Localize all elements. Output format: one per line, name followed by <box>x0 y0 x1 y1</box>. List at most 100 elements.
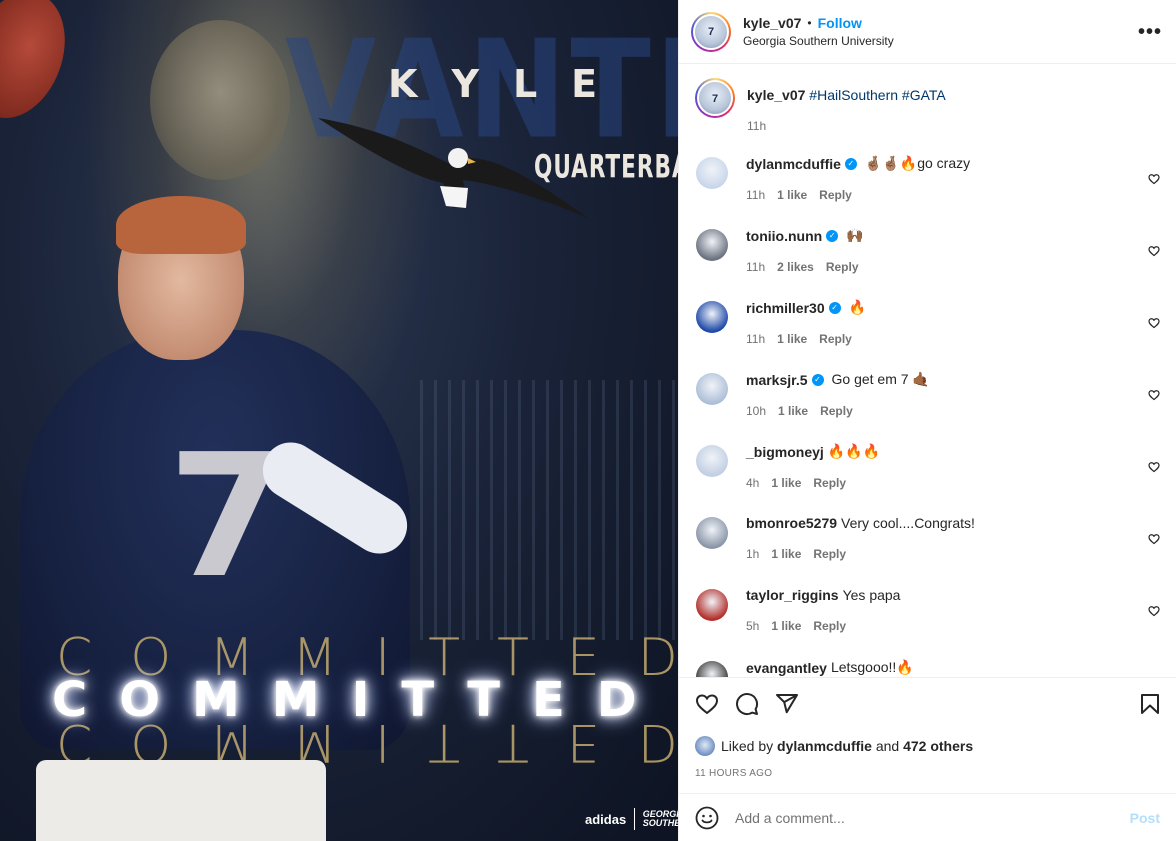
reply-button[interactable]: Reply <box>820 404 853 418</box>
add-comment-bar: Post <box>679 793 1176 841</box>
post-comment-button[interactable]: Post <box>1130 810 1160 826</box>
georgia-southern-logo: GEORGIA SOUTHERN <box>642 809 678 828</box>
comment-time: 11h <box>746 260 766 274</box>
comment-like-heart-icon[interactable] <box>1148 533 1160 545</box>
comment-input[interactable] <box>735 809 1130 826</box>
comment-likes[interactable]: 1 like <box>778 404 808 418</box>
post-age: 11 HOURS AGO <box>695 768 773 779</box>
reply-button[interactable]: Reply <box>813 547 846 561</box>
commenter-username[interactable]: toniio.nunn <box>746 228 822 244</box>
share-paper-plane-icon[interactable] <box>775 692 799 716</box>
likes-summary: Liked by dylanmcduffie and 472 others <box>695 736 1160 756</box>
comment-time: 5h <box>746 619 760 633</box>
commenter-avatar[interactable] <box>696 661 728 677</box>
football <box>0 0 82 132</box>
reply-button[interactable]: Reply <box>813 476 846 490</box>
comment-like-heart-icon[interactable] <box>1148 461 1160 473</box>
commenter-avatar[interactable] <box>696 373 728 405</box>
comment-time: 10h <box>746 404 767 418</box>
comment-row: toniio.nunn ✓ 🙌🏾 11h 2 likes Reply <box>695 219 1160 291</box>
reply-button[interactable]: Reply <box>819 332 852 346</box>
comment-like-heart-icon[interactable] <box>1148 317 1160 329</box>
stadium-background <box>420 380 678 640</box>
reply-button[interactable]: Reply <box>813 619 846 633</box>
emoji-icon[interactable] <box>695 806 719 830</box>
liked-by-user[interactable]: dylanmcduffie <box>777 738 872 754</box>
commenter-avatar[interactable] <box>696 301 728 333</box>
author-username[interactable]: kyle_v07 <box>743 15 801 31</box>
comment-likes[interactable]: 1 like <box>777 332 807 346</box>
brand-logos: adidas GEORGIA SOUTHERN <box>585 808 678 830</box>
reply-button[interactable]: Reply <box>819 188 852 202</box>
comment-time: 4h <box>746 476 760 490</box>
comment-text: Very cool....Congrats! <box>841 515 975 531</box>
commenter-avatar[interactable] <box>696 157 728 189</box>
post-header: 7 kyle_v07 • Follow Georgia Southern Uni… <box>679 0 1176 64</box>
comment-text: 🔥🔥🔥 <box>827 443 881 459</box>
comment-row: richmiller30 ✓ 🔥 11h 1 like Reply <box>695 291 1160 363</box>
commenter-username[interactable]: richmiller30 <box>746 300 825 316</box>
comment-bubble-icon[interactable] <box>735 692 759 716</box>
comment-time: 1h <box>746 547 760 561</box>
commenter-username[interactable]: evangantley <box>746 660 827 676</box>
reply-button[interactable]: Reply <box>826 260 859 274</box>
commenter-username[interactable]: taylor_riggins <box>746 587 839 603</box>
caption-hashtags[interactable]: #HailSouthern #GATA <box>809 87 945 103</box>
background-player-head <box>150 20 290 180</box>
comment-likes[interactable]: 1 like <box>771 476 801 490</box>
caption: 7 kyle_v07 #HailSouthern #GATA 11h <box>695 78 1160 133</box>
comment-text: Letsgooo!!🔥 <box>830 659 914 675</box>
comment-like-heart-icon[interactable] <box>1148 245 1160 257</box>
commenter-avatar[interactable] <box>696 445 728 477</box>
avatar-number: 7 <box>707 26 715 39</box>
like-heart-icon[interactable] <box>695 692 719 716</box>
separator-dot: • <box>807 16 812 30</box>
comment-likes[interactable]: 1 like <box>771 619 801 633</box>
verified-badge-icon: ✓ <box>828 301 841 314</box>
commenter-username[interactable]: bmonroe5279 <box>746 515 837 531</box>
comment-likes[interactable]: 1 like <box>771 547 801 561</box>
commenter-avatar[interactable] <box>696 229 728 261</box>
player-pants <box>36 760 326 841</box>
more-options-icon[interactable]: ••• <box>1138 22 1162 42</box>
comment-time: 11h <box>746 188 766 202</box>
comment-row: evangantley Letsgooo!!🔥 <box>695 651 1160 677</box>
caption-author-avatar[interactable]: 7 <box>695 78 735 118</box>
comment-text: Yes papa <box>842 587 901 603</box>
comment-like-heart-icon[interactable] <box>1148 389 1160 401</box>
comment-text: 🤞🏽🤞🏽🔥go crazy <box>864 155 971 171</box>
commenter-username[interactable]: _bigmoneyj <box>746 444 824 460</box>
comments-list[interactable]: 7 kyle_v07 #HailSouthern #GATA 11h dylan… <box>679 64 1176 677</box>
avatar-number: 7 <box>711 92 719 105</box>
comment-like-heart-icon[interactable] <box>1148 173 1160 185</box>
post-location[interactable]: Georgia Southern University <box>743 34 1138 48</box>
player-hair <box>116 196 246 254</box>
author-avatar[interactable]: 7 <box>691 11 731 52</box>
liked-middle: and <box>875 738 900 754</box>
comment-row: bmonroe5279 Very cool....Congrats! 1h 1 … <box>695 507 1160 579</box>
comment-row: taylor_riggins Yes papa 5h 1 like Reply <box>695 579 1160 651</box>
post-image[interactable]: VANTREASE KYLE QUARTERBACK | 7 7 COMMITT… <box>0 0 678 841</box>
liked-by-avatar[interactable] <box>695 736 715 756</box>
caption-username[interactable]: kyle_v07 <box>747 87 805 103</box>
comment-likes[interactable]: 2 likes <box>777 260 814 274</box>
action-bar: Liked by dylanmcduffie and 472 others 11… <box>679 677 1176 793</box>
bookmark-icon[interactable] <box>1138 692 1162 716</box>
verified-badge-icon: ✓ <box>811 373 824 386</box>
adidas-logo: adidas <box>585 811 627 827</box>
comment-likes[interactable]: 1 like <box>777 188 807 202</box>
commenter-avatar[interactable] <box>696 589 728 621</box>
commenter-avatar[interactable] <box>696 517 728 549</box>
commenter-username[interactable]: dylanmcduffie <box>746 156 841 172</box>
comment-row: dylanmcduffie ✓ 🤞🏽🤞🏽🔥go crazy 11h 1 like… <box>695 147 1160 219</box>
commenter-username[interactable]: marksjr.5 <box>746 372 808 388</box>
comment-time: 11h <box>746 332 766 346</box>
post-dialog: VANTREASE KYLE QUARTERBACK | 7 7 COMMITT… <box>0 0 1176 841</box>
follow-button[interactable]: Follow <box>818 15 862 31</box>
comment-row: _bigmoneyj 🔥🔥🔥 4h 1 like Reply <box>695 435 1160 507</box>
comment-text: 🔥 <box>848 299 867 315</box>
liked-prefix: Liked by <box>721 738 774 754</box>
liked-others[interactable]: 472 others <box>903 738 973 754</box>
committed-headline: COMMITTED <box>52 672 669 728</box>
comment-like-heart-icon[interactable] <box>1148 605 1160 617</box>
